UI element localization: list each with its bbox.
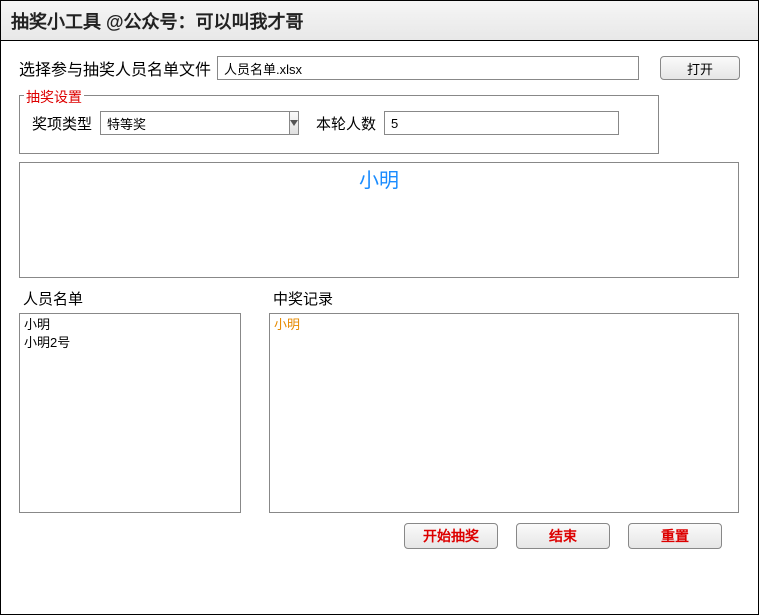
lists-row: 人员名单 小明小明2号 中奖记录 小明 [19, 288, 740, 513]
end-button[interactable]: 结束 [516, 523, 610, 549]
current-name-display[interactable]: 小明 [19, 162, 739, 278]
participants-listbox[interactable]: 小明小明2号 [19, 313, 241, 513]
count-input[interactable] [384, 111, 619, 135]
button-row: 开始抽奖 结束 重置 [19, 523, 740, 549]
chevron-down-icon [290, 120, 298, 126]
file-path-input[interactable] [217, 56, 639, 80]
list-item[interactable]: 小明 [274, 316, 734, 334]
winners-label: 中奖记录 [273, 288, 739, 309]
prize-type-input[interactable] [100, 111, 289, 135]
current-name-text: 小明 [20, 163, 738, 193]
reset-button[interactable]: 重置 [628, 523, 722, 549]
app-window: 抽奖小工具 @公众号：可以叫我才哥 选择参与抽奖人员名单文件 打开 抽奖设置 奖… [0, 0, 759, 615]
settings-row: 奖项类型 本轮人数 [32, 111, 646, 135]
title-bar: 抽奖小工具 @公众号：可以叫我才哥 [1, 1, 758, 41]
file-row: 选择参与抽奖人员名单文件 打开 [19, 56, 740, 80]
open-button[interactable]: 打开 [660, 56, 740, 80]
file-label: 选择参与抽奖人员名单文件 [19, 56, 211, 80]
participants-label: 人员名单 [23, 288, 241, 309]
settings-legend: 抽奖设置 [24, 87, 84, 107]
prize-type-label: 奖项类型 [32, 113, 92, 134]
count-label: 本轮人数 [316, 113, 376, 134]
list-item[interactable]: 小明2号 [24, 334, 236, 352]
winners-listbox[interactable]: 小明 [269, 313, 739, 513]
list-item[interactable]: 小明 [24, 316, 236, 334]
settings-fieldset: 抽奖设置 奖项类型 本轮人数 [19, 95, 659, 154]
content-area: 选择参与抽奖人员名单文件 打开 抽奖设置 奖项类型 本轮人数 小明 [1, 41, 758, 559]
prize-type-dropdown-button[interactable] [289, 111, 299, 135]
prize-type-combo[interactable] [100, 111, 260, 135]
window-title: 抽奖小工具 @公众号：可以叫我才哥 [11, 8, 304, 34]
participants-column: 人员名单 小明小明2号 [19, 288, 241, 513]
winners-column: 中奖记录 小明 [269, 288, 739, 513]
start-button[interactable]: 开始抽奖 [404, 523, 498, 549]
